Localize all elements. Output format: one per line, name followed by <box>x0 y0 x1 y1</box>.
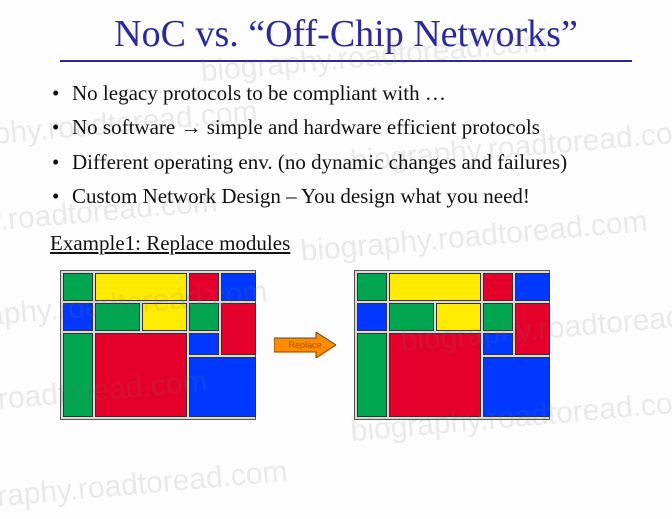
module <box>189 303 219 331</box>
diagram-row: Replace <box>60 270 642 420</box>
module <box>95 273 187 301</box>
bullet-list: No legacy protocols to be compliant with… <box>50 80 642 209</box>
chip-after <box>354 270 550 420</box>
module <box>483 357 550 417</box>
module <box>515 303 550 355</box>
module <box>483 333 513 355</box>
module <box>483 273 513 301</box>
module <box>189 333 219 355</box>
module <box>357 303 387 331</box>
module <box>142 303 187 331</box>
replace-arrow: Replace <box>274 332 336 358</box>
module <box>389 273 481 301</box>
replace-arrow-label: Replace <box>288 340 321 350</box>
module <box>483 303 513 331</box>
module <box>357 273 387 301</box>
slide: biography.roadtoread.com biography.roadt… <box>0 0 672 503</box>
module <box>221 273 256 301</box>
module <box>63 273 93 301</box>
module <box>63 303 93 331</box>
module <box>221 303 256 355</box>
module <box>63 333 93 417</box>
bullet-item: Different operating env. (no dynamic cha… <box>50 149 642 175</box>
module <box>436 303 481 331</box>
module <box>389 303 434 331</box>
bullet-item: No legacy protocols to be compliant with… <box>50 80 642 106</box>
module <box>515 273 550 301</box>
title-underline <box>60 60 632 62</box>
watermark: biography.roadtoread.com <box>0 455 289 519</box>
module <box>95 333 187 417</box>
example-label: Example1: Replace modules <box>50 231 642 256</box>
module <box>189 357 256 417</box>
module <box>95 303 140 331</box>
bullet-item: Custom Network Design – You design what … <box>50 183 642 209</box>
module <box>189 273 219 301</box>
module <box>357 333 387 417</box>
module <box>389 333 481 417</box>
slide-title: NoC vs. “Off-Chip Networks” <box>50 12 642 56</box>
chip-before <box>60 270 256 420</box>
bullet-item: No software → simple and hardware effici… <box>50 114 642 140</box>
